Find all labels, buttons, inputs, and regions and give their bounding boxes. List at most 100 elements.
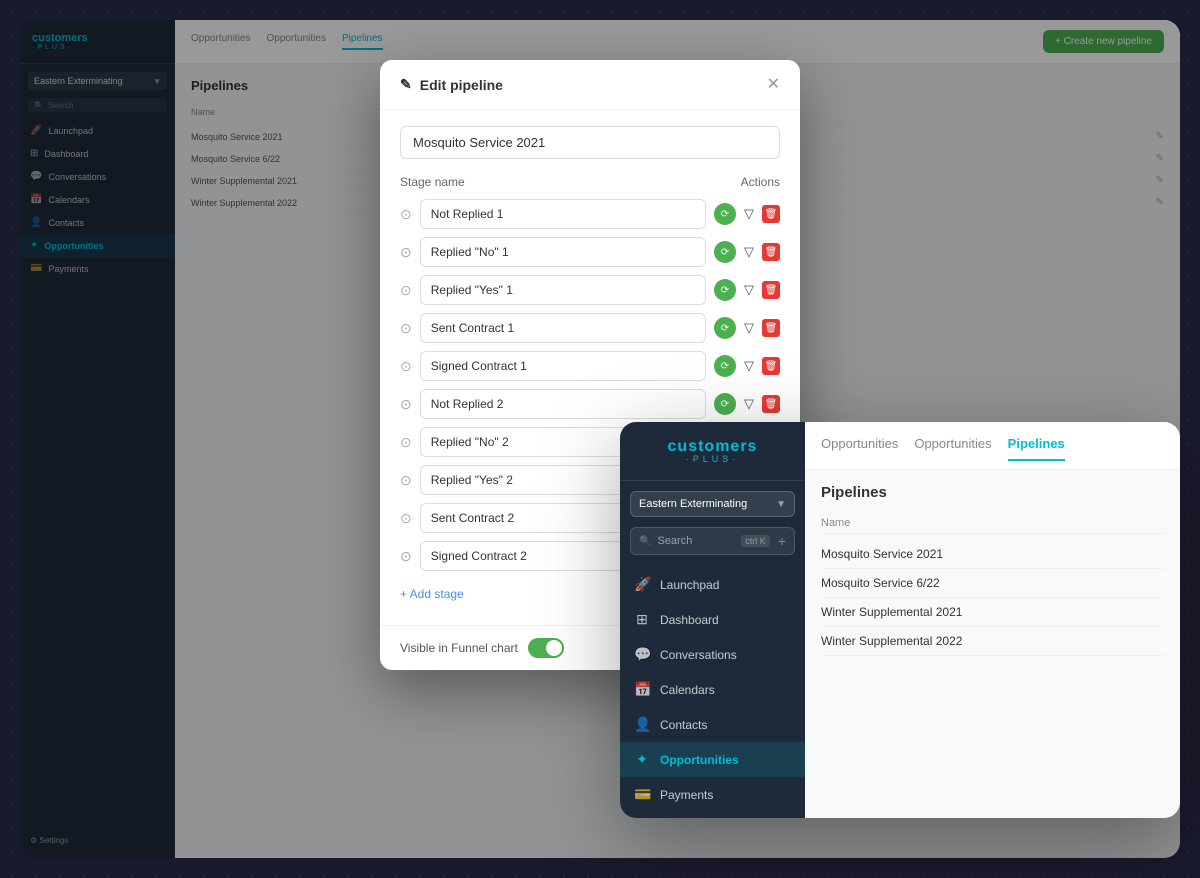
stage-delete-btn-0[interactable]: 🗑	[762, 205, 780, 223]
stage-delete-btn-1[interactable]: 🗑	[762, 243, 780, 261]
modal-header: ✎ Edit pipeline ✕	[380, 60, 800, 110]
stage-filter-btn-1[interactable]: ▽	[740, 242, 758, 262]
funnel-toggle[interactable]	[528, 638, 564, 658]
stage-copy-btn-3[interactable]: ⟳	[714, 317, 736, 339]
stage-filter-btn-5[interactable]: ▽	[740, 394, 758, 414]
drag-handle-6[interactable]: ⊙	[400, 434, 412, 451]
stage-row-1: ⊙ ⟳ ▽ 🗑	[400, 237, 780, 267]
fg-contacts-label: Contacts	[660, 718, 707, 732]
footer-funnel: Visible in Funnel chart	[400, 638, 564, 658]
funnel-chart-label: Visible in Funnel chart	[400, 641, 518, 655]
stage-input-4[interactable]	[420, 351, 706, 381]
fg-table-header: Name	[821, 513, 1164, 534]
stage-actions-3: ⟳ ▽ 🗑	[714, 317, 780, 339]
fg-nav-conversations[interactable]: 💬 Conversations	[620, 637, 805, 672]
stage-filter-btn-2[interactable]: ▽	[740, 280, 758, 300]
add-stage-button[interactable]: + Add stage	[400, 579, 464, 609]
stage-copy-btn-1[interactable]: ⟳	[714, 241, 736, 263]
stage-copy-btn-4[interactable]: ⟳	[714, 355, 736, 377]
fg-logo-plus: ·PLUS·	[636, 454, 789, 464]
fg-nav: 🚀 Launchpad ⊞ Dashboard 💬 Conversations …	[620, 561, 805, 818]
modal-close-button[interactable]: ✕	[767, 77, 780, 93]
fg-opportunities-icon: ✦	[634, 751, 650, 768]
stage-row-5: ⊙ ⟳ ▽ 🗑	[400, 389, 780, 419]
edit-icon: ✎	[400, 76, 412, 93]
drag-handle-4[interactable]: ⊙	[400, 358, 412, 375]
stage-copy-btn-0[interactable]: ⟳	[714, 203, 736, 225]
stage-input-3[interactable]	[420, 313, 706, 343]
fg-pipeline-row-3[interactable]: Winter Supplemental 2021	[821, 598, 1164, 627]
fg-dashboard-label: Dashboard	[660, 613, 719, 627]
stage-filter-btn-3[interactable]: ▽	[740, 318, 758, 338]
fg-launchpad-label: Launchpad	[660, 578, 719, 592]
fg-tab-opportunities[interactable]: Opportunities	[821, 436, 898, 461]
stage-input-1[interactable]	[420, 237, 706, 267]
fg-nav-calendars[interactable]: 📅 Calendars	[620, 672, 805, 707]
fg-search-plus[interactable]: +	[778, 533, 786, 549]
drag-handle-1[interactable]: ⊙	[400, 244, 412, 261]
fg-nav-dashboard[interactable]: ⊞ Dashboard	[620, 602, 805, 637]
fg-pipeline-row-2[interactable]: Mosquito Service 6/22	[821, 569, 1164, 598]
stage-delete-btn-5[interactable]: 🗑	[762, 395, 780, 413]
stage-name-label: Stage name	[400, 175, 465, 189]
drag-handle-9[interactable]: ⊙	[400, 548, 412, 565]
fg-payments-label: Payments	[660, 788, 713, 802]
fg-dashboard-icon: ⊞	[634, 611, 650, 628]
fg-nav-opportunities[interactable]: ✦ Opportunities	[620, 742, 805, 777]
stage-actions-4: ⟳ ▽ 🗑	[714, 355, 780, 377]
fg-nav-contacts[interactable]: 👤 Contacts	[620, 707, 805, 742]
stage-input-0[interactable]	[420, 199, 706, 229]
drag-handle-2[interactable]: ⊙	[400, 282, 412, 299]
fg-tabs: Opportunities Opportunities Pipelines	[821, 436, 1164, 461]
stage-table-header: Stage name Actions	[400, 175, 780, 189]
stage-actions-0: ⟳ ▽ 🗑	[714, 203, 780, 225]
drag-handle-0[interactable]: ⊙	[400, 206, 412, 223]
stage-filter-btn-0[interactable]: ▽	[740, 204, 758, 224]
fg-nav-launchpad[interactable]: 🚀 Launchpad	[620, 567, 805, 602]
stage-delete-btn-4[interactable]: 🗑	[762, 357, 780, 375]
fg-pipelines-title: Pipelines	[821, 484, 1164, 501]
stage-delete-btn-2[interactable]: 🗑	[762, 281, 780, 299]
fg-tab-pipelines[interactable]: Pipelines	[1008, 436, 1065, 461]
fg-opportunities-label: Opportunities	[660, 753, 739, 767]
stage-copy-btn-2[interactable]: ⟳	[714, 279, 736, 301]
stage-actions-5: ⟳ ▽ 🗑	[714, 393, 780, 415]
fg-pipeline-name-2: Mosquito Service 6/22	[821, 576, 940, 590]
drag-handle-7[interactable]: ⊙	[400, 472, 412, 489]
stage-row-3: ⊙ ⟳ ▽ 🗑	[400, 313, 780, 343]
stage-row-4: ⊙ ⟳ ▽ 🗑	[400, 351, 780, 381]
fg-sidebar: customers ·PLUS· Eastern Exterminating ▼…	[620, 422, 805, 818]
fg-tab-opportunities2[interactable]: Opportunities	[914, 436, 991, 461]
fg-nav-payments[interactable]: 💳 Payments	[620, 777, 805, 812]
drag-handle-3[interactable]: ⊙	[400, 320, 412, 337]
fg-main: Opportunities Opportunities Pipelines Pi…	[805, 422, 1180, 818]
stage-actions-1: ⟳ ▽ 🗑	[714, 241, 780, 263]
fg-company-select[interactable]: Eastern Exterminating ▼	[630, 491, 795, 517]
drag-handle-8[interactable]: ⊙	[400, 510, 412, 527]
stage-actions-2: ⟳ ▽ 🗑	[714, 279, 780, 301]
stage-input-5[interactable]	[420, 389, 706, 419]
drag-handle-5[interactable]: ⊙	[400, 396, 412, 413]
pipeline-name-input[interactable]	[400, 126, 780, 159]
stage-delete-btn-3[interactable]: 🗑	[762, 319, 780, 337]
fg-contacts-icon: 👤	[634, 716, 650, 733]
fg-company-chevron: ▼	[776, 499, 786, 510]
stage-copy-btn-5[interactable]: ⟳	[714, 393, 736, 415]
stage-row-0: ⊙ ⟳ ▽ 🗑	[400, 199, 780, 229]
stage-filter-btn-4[interactable]: ▽	[740, 356, 758, 376]
foreground-card: customers ·PLUS· Eastern Exterminating ▼…	[620, 422, 1180, 818]
fg-main-header: Opportunities Opportunities Pipelines	[805, 422, 1180, 470]
fg-search-shortcut: ctrl K	[741, 535, 770, 547]
stage-input-2[interactable]	[420, 275, 706, 305]
fg-pipeline-row-4[interactable]: Winter Supplemental 2022	[821, 627, 1164, 656]
fg-calendars-label: Calendars	[660, 683, 715, 697]
fg-pipeline-row-1[interactable]: Mosquito Service 2021	[821, 540, 1164, 569]
fg-pipeline-name-3: Winter Supplemental 2021	[821, 605, 962, 619]
fg-company-name: Eastern Exterminating	[639, 498, 747, 510]
fg-payments-icon: 💳	[634, 786, 650, 803]
fg-search-bar[interactable]: 🔍 Search ctrl K +	[630, 527, 795, 555]
fg-calendars-icon: 📅	[634, 681, 650, 698]
fg-content: Pipelines Name Mosquito Service 2021 Mos…	[805, 470, 1180, 670]
fg-conversations-label: Conversations	[660, 648, 737, 662]
fg-pipeline-name-1: Mosquito Service 2021	[821, 547, 943, 561]
